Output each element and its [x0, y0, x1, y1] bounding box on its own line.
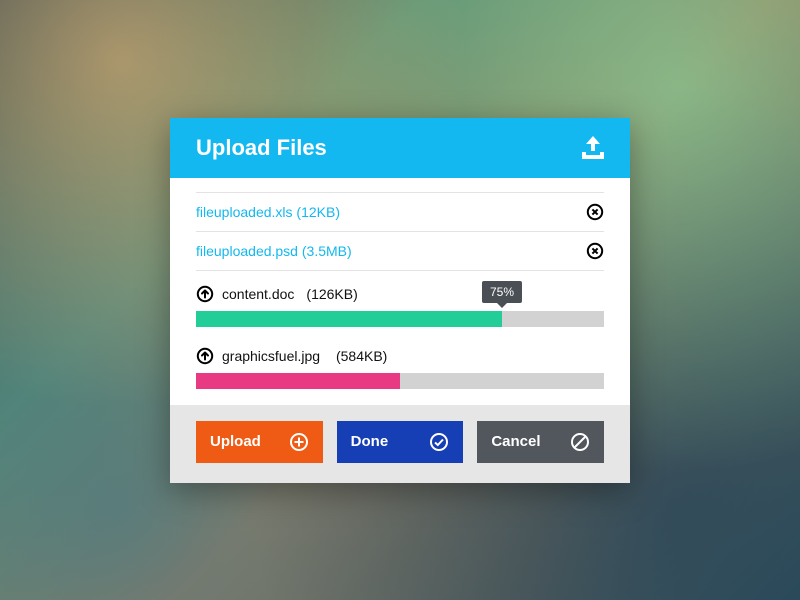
uploaded-list: fileuploaded.xls (12KB) fileuploaded.psd… [196, 193, 604, 271]
progress-fill [196, 311, 502, 327]
uploaded-file-row: fileuploaded.psd (3.5MB) [196, 232, 604, 270]
in-progress-item: content.doc (126KB) 75% [196, 271, 604, 333]
file-name: graphicsfuel.jpg [222, 348, 320, 364]
progress-track [196, 373, 604, 389]
file-label: content.doc (126KB) [196, 285, 604, 303]
cancel-circle-icon [570, 432, 590, 452]
plus-circle-icon [289, 432, 309, 452]
uploaded-file-row: fileuploaded.xls (12KB) [196, 193, 604, 231]
progress-bar [196, 373, 604, 389]
modal-footer: Upload Done Cancel [170, 405, 630, 483]
modal-body: fileuploaded.xls (12KB) fileuploaded.psd… [170, 178, 630, 405]
modal-title: Upload Files [196, 135, 327, 161]
up-arrow-icon [196, 285, 214, 303]
uploaded-file-link[interactable]: fileuploaded.xls (12KB) [196, 204, 340, 220]
file-size: (126KB) [306, 286, 357, 302]
uploaded-file-link[interactable]: fileuploaded.psd (3.5MB) [196, 243, 352, 259]
file-size: (584KB) [332, 348, 387, 364]
progress-fill [196, 373, 400, 389]
remove-icon[interactable] [586, 242, 604, 260]
upload-icon [578, 134, 608, 162]
file-label: graphicsfuel.jpg (584KB) [196, 347, 604, 365]
cancel-button[interactable]: Cancel [477, 421, 604, 463]
progress-track [196, 311, 604, 327]
upload-files-modal: Upload Files fileuploaded.xls (12KB) [170, 118, 630, 483]
check-circle-icon [429, 432, 449, 452]
up-arrow-icon [196, 347, 214, 365]
progress-bar: 75% [196, 311, 604, 327]
file-name: content.doc [222, 286, 294, 302]
upload-button[interactable]: Upload [196, 421, 323, 463]
progress-percent-badge: 75% [482, 281, 522, 303]
done-button[interactable]: Done [337, 421, 464, 463]
in-progress-item: graphicsfuel.jpg (584KB) [196, 333, 604, 395]
modal-header: Upload Files [170, 118, 630, 178]
remove-icon[interactable] [586, 203, 604, 221]
